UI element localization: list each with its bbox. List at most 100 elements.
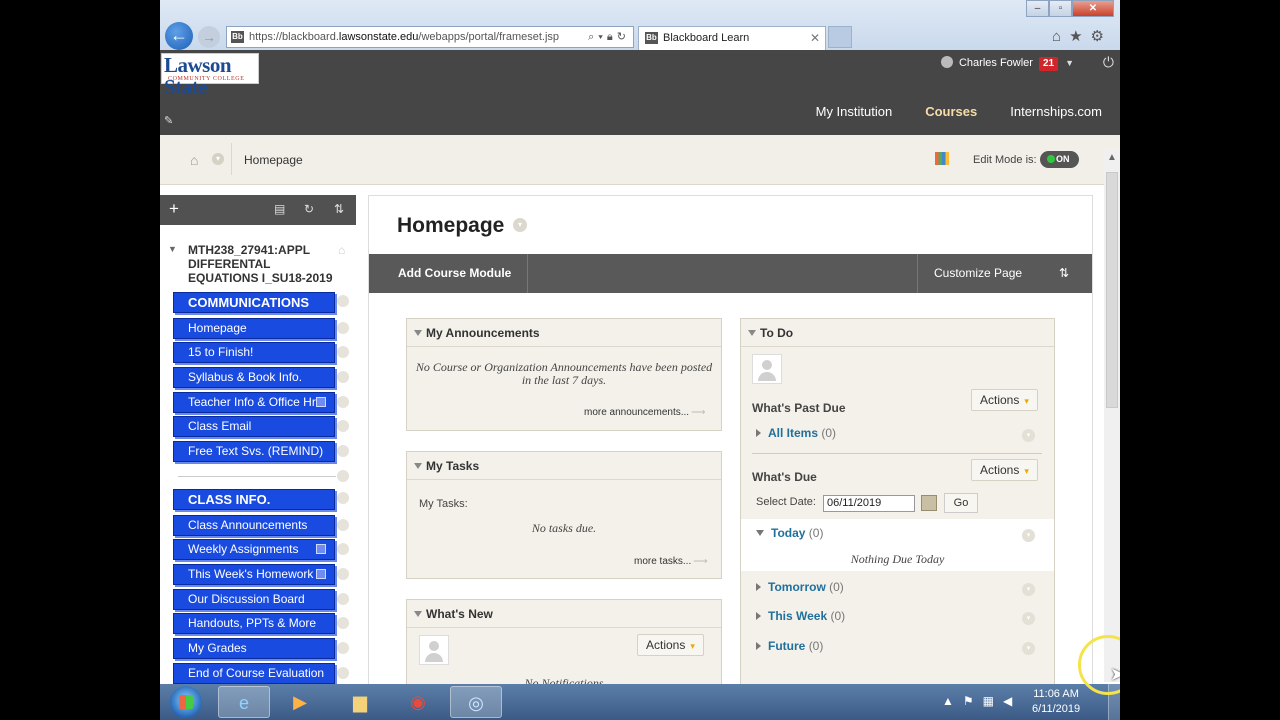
module-title[interactable]: What's New bbox=[407, 600, 721, 628]
date-input[interactable]: 06/11/2019 bbox=[823, 495, 915, 512]
folder-view-icon[interactable]: ▤ bbox=[274, 202, 285, 216]
show-hidden-icons-icon[interactable]: ▲ bbox=[942, 694, 963, 708]
chevron-down-icon[interactable]: ▼ bbox=[1065, 58, 1074, 68]
menu-options-icon[interactable] bbox=[337, 445, 349, 457]
menu-options-icon[interactable] bbox=[337, 543, 349, 555]
menu-item-discussion-board[interactable]: Our Discussion Board bbox=[173, 589, 335, 610]
menu-item-remind[interactable]: Free Text Svs. (REMIND) bbox=[173, 441, 335, 462]
network-icon[interactable]: ▦ bbox=[983, 694, 1003, 708]
internet-explorer-icon[interactable]: e bbox=[218, 686, 270, 718]
address-bar[interactable]: Bb https://blackboard.lawsonstate.edu/web… bbox=[226, 26, 634, 48]
module-title[interactable]: My Announcements bbox=[407, 319, 721, 347]
notification-badge[interactable]: 21 bbox=[1038, 57, 1059, 71]
past-due-actions-button[interactable]: Actions ▾ bbox=[971, 389, 1038, 411]
back-button[interactable]: ← bbox=[165, 22, 193, 50]
menu-options-icon[interactable] bbox=[337, 568, 349, 580]
action-center-flag-icon[interactable]: ⚑ bbox=[963, 694, 983, 708]
reorder-icon[interactable]: ⇅ bbox=[334, 202, 344, 216]
menu-item-communications[interactable]: COMMUNICATIONS bbox=[173, 292, 335, 313]
media-player-icon[interactable]: ▶ bbox=[274, 686, 326, 718]
collapse-course-icon[interactable]: ▼ bbox=[168, 244, 177, 254]
menu-options-icon[interactable] bbox=[337, 519, 349, 531]
menu-options-icon[interactable] bbox=[337, 322, 349, 334]
page-scrollbar[interactable]: ▲ bbox=[1104, 150, 1120, 682]
scroll-up-icon[interactable]: ▲ bbox=[1107, 152, 1117, 163]
tab-close-icon[interactable]: ✕ bbox=[810, 27, 820, 49]
all-items-row[interactable]: All Items (0) bbox=[756, 426, 836, 440]
breadcrumb-chevron-icon[interactable]: ▾ bbox=[212, 153, 224, 165]
search-icon[interactable]: ⌕ bbox=[588, 31, 598, 43]
module-title[interactable]: My Tasks bbox=[407, 452, 721, 480]
row-options-icon[interactable]: ▾ bbox=[1022, 642, 1035, 655]
start-button[interactable] bbox=[170, 686, 202, 718]
menu-item-15-to-finish[interactable]: 15 to Finish! bbox=[173, 342, 335, 363]
menu-item-handouts[interactable]: Handouts, PPTs & More bbox=[173, 613, 335, 634]
row-options-icon[interactable]: ▾ bbox=[1022, 583, 1035, 596]
menu-options-icon[interactable] bbox=[337, 642, 349, 654]
row-options-icon[interactable]: ▾ bbox=[1022, 529, 1035, 542]
menu-item-my-grades[interactable]: My Grades bbox=[173, 638, 335, 659]
refresh-menu-icon[interactable]: ↻ bbox=[304, 202, 314, 216]
tab-internships[interactable]: Internships.com bbox=[1010, 104, 1102, 119]
add-course-module-button[interactable]: Add Course Module bbox=[369, 254, 529, 293]
customize-page-button[interactable]: Customize Page bbox=[917, 254, 1022, 293]
menu-item-syllabus[interactable]: Syllabus & Book Info. bbox=[173, 367, 335, 388]
breadcrumb-home-icon[interactable]: ⌂ bbox=[190, 152, 198, 168]
student-preview-icon[interactable] bbox=[935, 152, 949, 165]
title-options-chevron-icon[interactable]: ▾ bbox=[513, 218, 527, 232]
maximize-button[interactable]: ▫ bbox=[1049, 0, 1072, 17]
go-button[interactable]: Go bbox=[944, 493, 978, 513]
refresh-icon[interactable]: ↻ bbox=[617, 31, 630, 43]
menu-item-this-weeks-homework[interactable]: This Week's Homework bbox=[173, 564, 335, 585]
menu-item-class-info[interactable]: CLASS INFO. bbox=[173, 489, 335, 510]
more-announcements-link[interactable]: more announcements... ⟶ bbox=[584, 407, 705, 418]
menu-options-icon[interactable] bbox=[337, 420, 349, 432]
file-explorer-icon[interactable]: ▆ bbox=[334, 686, 386, 718]
menu-options-icon[interactable] bbox=[337, 593, 349, 605]
menu-options-icon[interactable] bbox=[337, 396, 349, 408]
menu-options-icon[interactable] bbox=[337, 295, 349, 307]
menu-item-class-announcements[interactable]: Class Announcements bbox=[173, 515, 335, 536]
menu-item-homepage[interactable]: Homepage bbox=[173, 318, 335, 339]
menu-options-icon[interactable] bbox=[337, 346, 349, 358]
favorites-star-icon[interactable]: ★ bbox=[1069, 28, 1090, 45]
menu-options-icon[interactable] bbox=[337, 667, 349, 679]
tab-courses[interactable]: Courses bbox=[925, 104, 977, 119]
module-title[interactable]: To Do bbox=[741, 319, 1054, 347]
college-logo[interactable]: Lawson State COMMUNITY COLLEGE bbox=[161, 53, 259, 98]
forward-button[interactable]: → bbox=[198, 26, 220, 48]
tomorrow-row[interactable]: Tomorrow (0) bbox=[756, 580, 844, 594]
user-menu[interactable]: Charles Fowler 21 ▼ bbox=[940, 56, 1074, 71]
menu-options-icon[interactable] bbox=[337, 470, 349, 482]
close-window-button[interactable]: ✕ bbox=[1072, 0, 1114, 17]
menu-options-icon[interactable] bbox=[337, 492, 349, 504]
menu-item-teacher-info[interactable]: Teacher Info & Office Hrs bbox=[173, 392, 335, 413]
calendar-icon[interactable] bbox=[921, 495, 937, 511]
minimize-button[interactable]: – bbox=[1026, 0, 1049, 17]
menu-options-icon[interactable] bbox=[337, 617, 349, 629]
browser-tab[interactable]: Bb Blackboard Learn ✕ bbox=[638, 26, 826, 50]
menu-options-icon[interactable] bbox=[337, 371, 349, 383]
menu-item-weekly-assignments[interactable]: Weekly Assignments bbox=[173, 539, 335, 560]
pencil-icon[interactable]: ✎ bbox=[164, 114, 173, 127]
row-options-icon[interactable]: ▾ bbox=[1022, 612, 1035, 625]
more-tasks-link[interactable]: more tasks... ⟶ bbox=[634, 556, 708, 567]
volume-icon[interactable]: ◀ bbox=[1003, 694, 1021, 708]
course-home-icon[interactable]: ⌂ bbox=[338, 243, 345, 257]
course-title[interactable]: MTH238_27941:APPL DIFFERENTAL EQUATIONS … bbox=[188, 243, 340, 285]
home-icon[interactable]: ⌂ bbox=[1052, 28, 1069, 45]
reorder-modules-icon[interactable]: ⇅ bbox=[1059, 266, 1069, 280]
menu-item-class-email[interactable]: Class Email bbox=[173, 416, 335, 437]
whats-due-actions-button[interactable]: Actions ▾ bbox=[971, 459, 1038, 481]
this-week-row[interactable]: This Week (0) bbox=[756, 609, 845, 623]
menu-item-course-evaluation[interactable]: End of Course Evaluation bbox=[173, 663, 335, 684]
lock-icon[interactable]: 🔒︎ bbox=[607, 31, 617, 43]
edit-mode-toggle[interactable]: ON bbox=[1040, 151, 1079, 168]
add-menu-item-icon[interactable]: + bbox=[169, 199, 179, 219]
logout-power-icon[interactable]: ⏻ bbox=[1103, 54, 1114, 71]
dropdown-icon[interactable]: ▾ bbox=[598, 31, 607, 43]
chrome-icon[interactable]: ◉ bbox=[392, 686, 444, 718]
whats-new-actions-button[interactable]: Actions ▾ bbox=[637, 634, 704, 656]
future-row[interactable]: Future (0) bbox=[756, 639, 823, 653]
today-row[interactable]: Today (0) bbox=[756, 526, 823, 540]
